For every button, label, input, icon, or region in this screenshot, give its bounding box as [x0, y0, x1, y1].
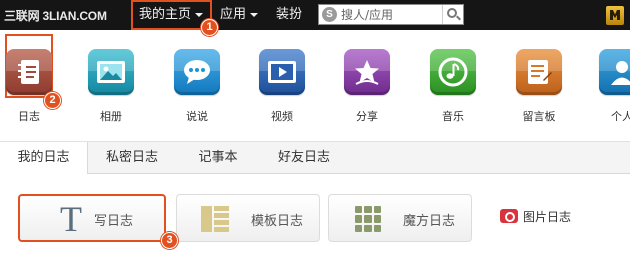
tab-notebook[interactable]: 记事本	[178, 142, 258, 174]
tab-friends-diary[interactable]: 好友日志	[260, 142, 348, 174]
tab-private-diary[interactable]: 私密日志	[88, 142, 176, 174]
cube-diary-button[interactable]: 魔方日志	[328, 194, 472, 242]
app-talk-label: 说说	[186, 110, 208, 123]
photo-album-icon	[88, 49, 134, 95]
camera-icon	[500, 209, 518, 223]
video-icon	[259, 49, 305, 95]
template-diary-label: 模板日志	[251, 214, 304, 229]
app-music[interactable]: 音乐	[425, 49, 481, 124]
menu-dress-up[interactable]: 装扮	[276, 0, 302, 30]
app-video[interactable]: 视频	[254, 49, 310, 124]
photo-diary-label: 图片日志	[523, 210, 572, 224]
menu-apps-label: 应用	[220, 7, 247, 22]
app-diary-label: 日志	[18, 110, 40, 123]
app-personal-label: 个人	[611, 110, 630, 123]
message-board-icon	[516, 49, 562, 95]
write-diary-label: 写日志	[94, 214, 134, 229]
menu-my-homepage-label: 我的主页	[139, 7, 192, 22]
speech-bubble-icon	[174, 49, 220, 95]
app-message-board[interactable]: 留言板	[511, 49, 567, 124]
app-share[interactable]: 分享	[339, 49, 395, 124]
app-message-board-label: 留言板	[522, 110, 556, 123]
app-personal[interactable]: 个人	[594, 49, 630, 124]
app-icon-row: 日志 相册 说说 视频 分享 音乐 留言板 个人	[0, 30, 630, 141]
search-button[interactable]	[442, 5, 463, 24]
template-grid-icon	[201, 206, 229, 232]
music-note-icon	[430, 49, 476, 95]
share-star-icon	[344, 49, 390, 95]
menu-my-homepage[interactable]: 我的主页	[131, 0, 212, 30]
site-logo[interactable]: 三联网 3LIAN.COM	[4, 7, 107, 24]
search-input[interactable]	[341, 6, 437, 23]
notebook-icon	[6, 49, 52, 95]
app-talk[interactable]: 说说	[169, 49, 225, 124]
diary-tab-bar: 我的日志 私密日志 记事本 好友日志	[0, 141, 630, 175]
person-icon	[599, 49, 630, 95]
template-diary-button[interactable]: 模板日志	[176, 194, 320, 242]
search-logo-icon: S	[322, 7, 337, 22]
write-diary-button[interactable]: T 写日志	[18, 194, 166, 242]
cube-grid-icon	[355, 206, 381, 232]
diary-actions: T 写日志 模板日志 魔方日志 图片日志	[0, 174, 630, 262]
app-album[interactable]: 相册	[83, 49, 139, 124]
app-music-label: 音乐	[442, 110, 464, 123]
tab-my-diary[interactable]: 我的日志	[0, 142, 88, 175]
photo-diary-link[interactable]: 图片日志	[500, 208, 571, 225]
app-video-label: 视频	[271, 110, 293, 123]
user-avatar-icon[interactable]	[606, 6, 624, 25]
step-badge-1: 1	[201, 19, 218, 36]
app-share-label: 分享	[356, 110, 378, 123]
text-t-icon: T	[60, 199, 82, 239]
top-navigation-bar: 三联网 3LIAN.COM 我的主页 应用 装扮 S	[0, 0, 630, 30]
step-badge-2: 2	[44, 92, 61, 109]
menu-apps[interactable]: 应用	[220, 0, 259, 30]
app-diary[interactable]: 日志	[1, 49, 57, 124]
app-album-label: 相册	[100, 110, 122, 123]
cube-diary-label: 魔方日志	[403, 214, 456, 229]
chevron-down-icon	[250, 12, 259, 17]
chevron-down-icon	[195, 12, 204, 17]
search-box: S	[318, 4, 464, 25]
search-icon-handle	[456, 15, 461, 21]
step-badge-3: 3	[161, 232, 178, 249]
